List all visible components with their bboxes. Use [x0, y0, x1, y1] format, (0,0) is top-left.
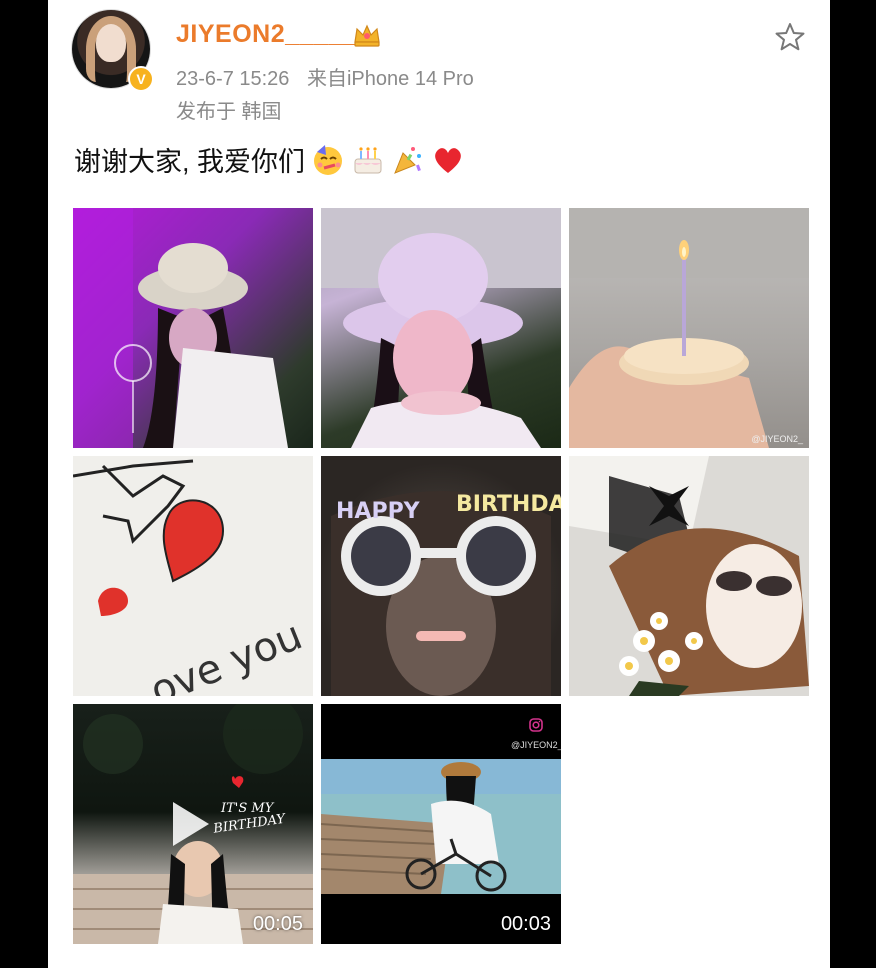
- username[interactable]: JIYEON2_____: [176, 20, 357, 49]
- video-beach-bicycle[interactable]: @JIYEON2_ 00:03: [321, 704, 561, 944]
- weibo-post-card: V JIYEON2_____ 23-6-7 15:26 来自iPhone 14 …: [48, 0, 830, 968]
- photo-birthday-glasses[interactable]: HAPPY BIRTHDAY: [321, 456, 561, 696]
- instagram-icon: [529, 718, 543, 732]
- video-its-my-birthday[interactable]: IT'S MY BIRTHDAY 00:05: [73, 704, 313, 944]
- play-icon[interactable]: [173, 802, 209, 846]
- post-text: 谢谢大家, 我爱你们: [74, 140, 465, 179]
- video-duration: 00:03: [500, 913, 551, 935]
- partying-face-icon: [311, 143, 345, 177]
- post-meta: 23-6-7 15:26 来自iPhone 14 Pro: [176, 62, 486, 91]
- image-watermark: @JIYEON2_: [751, 434, 803, 444]
- instagram-handle: @JIYEON2_: [511, 740, 561, 750]
- post-source: 来自iPhone 14 Pro: [306, 68, 474, 90]
- photo-bucket-hat-selfie[interactable]: [321, 208, 561, 448]
- svg-text:HAPPY: HAPPY: [336, 499, 421, 524]
- party-popper-icon: [391, 143, 425, 177]
- post-location: 发布于 韩国: [176, 101, 282, 123]
- star-icon[interactable]: [775, 22, 805, 52]
- post-text-content: 谢谢大家, 我爱你们: [74, 147, 306, 177]
- video-duration: 00:05: [252, 913, 303, 935]
- svg-text:ove you: ove you: [144, 612, 309, 696]
- svg-text:BIRTHDAY: BIRTHDAY: [456, 492, 561, 517]
- crown-icon: [354, 24, 380, 47]
- red-heart-icon: [431, 143, 465, 177]
- photo-illustration-with-flowers[interactable]: [569, 456, 809, 696]
- post-date: 23-6-7 15:26: [176, 68, 290, 90]
- photo-pie-with-candle[interactable]: @JIYEON2_: [569, 208, 809, 448]
- birthday-cake-icon: [351, 143, 385, 177]
- photo-love-you-card[interactable]: ove you: [73, 456, 313, 696]
- photo-bucket-hat-purple-light[interactable]: [73, 208, 313, 448]
- verified-badge-icon: V: [128, 66, 154, 92]
